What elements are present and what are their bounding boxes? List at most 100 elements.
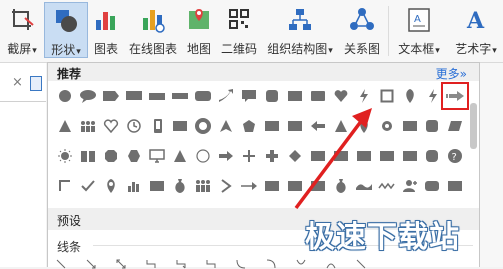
shape-octagon[interactable] <box>100 145 122 167</box>
shape-clock[interactable] <box>123 115 145 137</box>
shape-rect-4[interactable] <box>261 115 283 137</box>
shape-flat-rect[interactable] <box>169 85 191 107</box>
shape-heart[interactable] <box>330 85 352 107</box>
shape-rect-15[interactable] <box>307 175 329 197</box>
panel-scrollbar[interactable] <box>470 103 477 149</box>
shape-add-user[interactable] <box>399 175 421 197</box>
curved-arrow-connector-shape[interactable] <box>266 259 276 269</box>
shape-rect[interactable] <box>284 85 306 107</box>
close-tab-icon[interactable]: × <box>12 75 23 90</box>
shape-lightning-2[interactable] <box>421 85 443 107</box>
shape-striped-arrow[interactable] <box>441 82 469 110</box>
chevron-down-icon[interactable]: ▾ <box>32 46 37 56</box>
chevron-down-icon[interactable]: ▾ <box>492 46 497 56</box>
shape-people-group[interactable] <box>77 115 99 137</box>
shape-rect-8[interactable] <box>330 145 352 167</box>
shape-rect-16[interactable] <box>444 175 466 197</box>
shape-team[interactable] <box>192 175 214 197</box>
shape-frame[interactable] <box>376 85 398 107</box>
shape-monitor[interactable] <box>146 145 168 167</box>
shape-sun[interactable] <box>54 145 76 167</box>
org-chart-button[interactable]: 组织结构图▾ <box>264 2 336 58</box>
shape-gear[interactable] <box>376 115 398 137</box>
shape-left-arrow[interactable] <box>307 115 329 137</box>
arrow-line-shape[interactable] <box>86 259 96 269</box>
shape-right-arrow[interactable] <box>215 145 237 167</box>
chevron-down-icon[interactable]: ▾ <box>76 47 81 57</box>
curved-connector-shape[interactable] <box>236 259 246 269</box>
shape-hexagon[interactable] <box>123 145 145 167</box>
textbox-button[interactable]: A 文本框▾ <box>393 2 445 58</box>
shape-map-pin[interactable] <box>100 175 122 197</box>
shape-rect-9[interactable] <box>353 145 375 167</box>
shape-rect-14[interactable] <box>284 175 306 197</box>
shape-phone[interactable] <box>146 115 168 137</box>
shape-bar-chart[interactable] <box>123 175 145 197</box>
wordart-button[interactable]: A 艺术字▾ <box>450 2 502 58</box>
shape-rounded-rect[interactable] <box>192 85 214 107</box>
relation-button[interactable]: 关系图 <box>341 2 383 58</box>
map-button[interactable]: 地图 <box>184 2 214 58</box>
more-shapes-link[interactable]: 更多» <box>436 65 467 82</box>
shape-rect-6[interactable] <box>399 115 421 137</box>
shape-pentagon-arrow[interactable] <box>100 85 122 107</box>
chevron-down-icon[interactable]: ▾ <box>328 46 333 56</box>
online-chart-button[interactable]: 在线图表 <box>126 2 180 58</box>
elbow-connector-shape[interactable] <box>146 259 156 269</box>
shape-question-circle[interactable]: ? <box>444 145 466 167</box>
curved-double-arrow-connector-shape[interactable] <box>296 259 306 269</box>
shape-wave[interactable] <box>353 175 375 197</box>
shape-chevron-right[interactable] <box>215 175 237 197</box>
shape-oval[interactable] <box>54 85 76 107</box>
shape-lightning[interactable] <box>353 85 375 107</box>
shape-rounded-rect-2[interactable] <box>421 175 443 197</box>
shape-rect-2[interactable] <box>307 85 329 107</box>
qrcode-button[interactable]: 二维码 <box>219 2 259 58</box>
shape-speech-oval[interactable] <box>77 85 99 107</box>
double-arrow-line-shape[interactable] <box>116 259 126 269</box>
shape-plus[interactable] <box>238 145 260 167</box>
shape-pentagon[interactable] <box>238 115 260 137</box>
shape-rect-13[interactable] <box>261 175 283 197</box>
shape-cross[interactable] <box>261 145 283 167</box>
shapes-button[interactable]: 形状▾ <box>44 2 88 58</box>
shape-rect-3[interactable] <box>169 115 191 137</box>
shape-chevron-up[interactable] <box>215 115 237 137</box>
shape-rounded-square[interactable] <box>261 85 283 107</box>
screenshot-button[interactable]: 截屏▾ <box>2 2 42 58</box>
shape-money-bag-2[interactable] <box>330 175 352 197</box>
shape-triangle-2[interactable] <box>330 115 352 137</box>
shape-rect-10[interactable] <box>376 145 398 167</box>
shape-parallelogram[interactable] <box>444 115 466 137</box>
line-shape[interactable] <box>56 259 66 269</box>
shape-donut[interactable] <box>192 115 214 137</box>
curve-shape[interactable] <box>326 259 336 269</box>
shape-rect-5[interactable] <box>284 115 306 137</box>
shape-teardrop-2[interactable] <box>353 115 375 137</box>
shape-checkmark[interactable] <box>77 175 99 197</box>
shape-rect-11[interactable] <box>399 145 421 167</box>
freeform-shape[interactable] <box>356 259 366 269</box>
shape-rect-callout[interactable] <box>123 85 145 107</box>
shape-line-arrow[interactable] <box>238 175 260 197</box>
elbow-double-arrow-connector-shape[interactable] <box>206 259 216 269</box>
shape-wide-rect[interactable] <box>146 85 168 107</box>
shape-book[interactable] <box>77 145 99 167</box>
shape-rounded-square-2[interactable] <box>421 115 443 137</box>
shape-zigzag[interactable] <box>376 175 398 197</box>
shape-circle-outline[interactable] <box>192 145 214 167</box>
shape-triangle-3[interactable] <box>169 145 191 167</box>
shape-teardrop[interactable] <box>399 85 421 107</box>
shape-heart-outline[interactable] <box>100 115 122 137</box>
shape-rect-callout-2[interactable] <box>238 85 260 107</box>
shape-rect-7[interactable] <box>307 145 329 167</box>
shape-rounded-square-3[interactable] <box>421 145 443 167</box>
shape-curved-arrow[interactable] <box>215 85 237 107</box>
chart-button[interactable]: 图表 <box>91 2 121 58</box>
shape-triangle[interactable] <box>54 115 76 137</box>
document-icon[interactable] <box>30 76 42 91</box>
shape-diamond[interactable] <box>284 145 306 167</box>
shape-money-bag[interactable] <box>169 175 191 197</box>
elbow-arrow-connector-shape[interactable] <box>176 259 186 269</box>
chevron-down-icon[interactable]: ▾ <box>435 46 440 56</box>
